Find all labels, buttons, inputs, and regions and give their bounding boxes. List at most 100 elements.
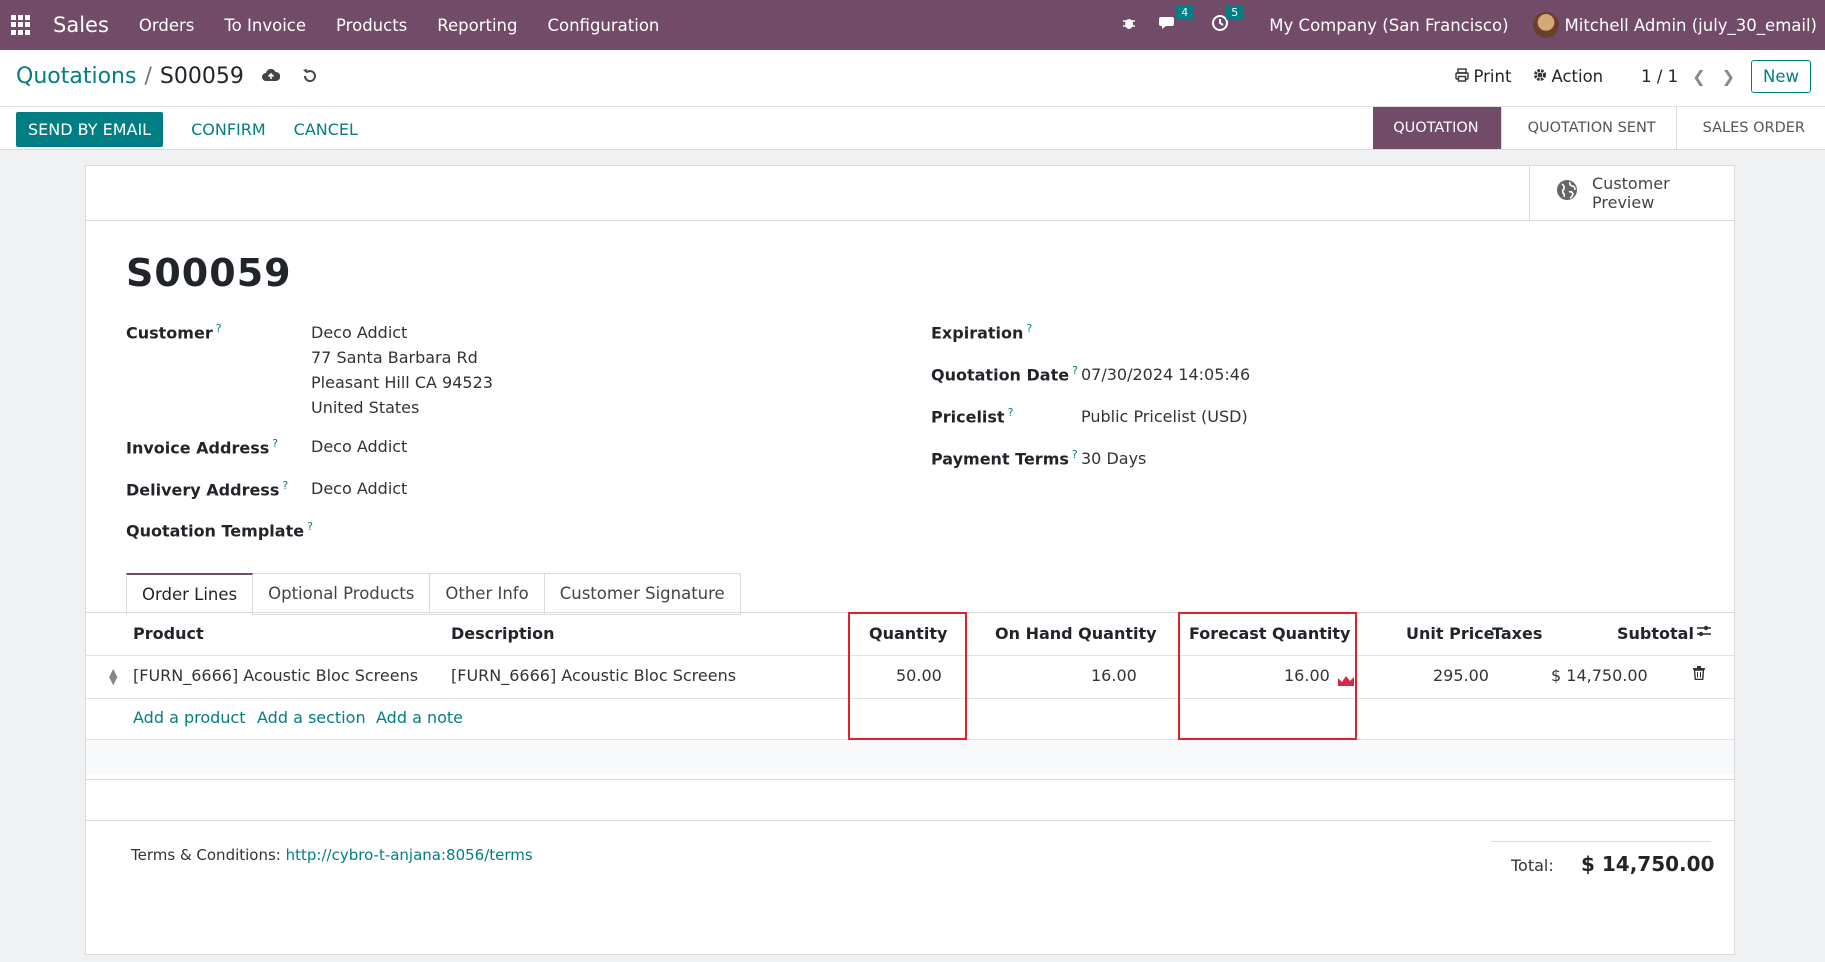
quotation-date-field[interactable]: 07/30/2024 14:05:46 (1081, 365, 1250, 384)
help-tooltip-icon[interactable]: ? (1072, 448, 1078, 461)
pricelist-field[interactable]: Public Pricelist (USD) (1081, 407, 1248, 426)
breadcrumb: Quotations / S00059 (16, 64, 318, 89)
activities-clock-icon[interactable]: 5 (1211, 4, 1244, 37)
col-on-hand-quantity[interactable]: On Hand Quantity (995, 624, 1157, 643)
quantity-highlight-box (848, 612, 967, 740)
tab-optional-products[interactable]: Optional Products (253, 573, 431, 615)
breadcrumb-current: S00059 (159, 64, 244, 89)
cancel-button[interactable]: CANCEL (280, 112, 372, 147)
app-name[interactable]: Sales (53, 13, 109, 37)
bug-icon[interactable] (1121, 15, 1137, 36)
payment-terms-field[interactable]: 30 Days (1081, 449, 1146, 468)
col-description[interactable]: Description (451, 624, 554, 643)
customer-field[interactable]: Deco Addict 77 Santa Barbara Rd Pleasant… (311, 320, 493, 420)
tab-other-info[interactable]: Other Info (430, 573, 545, 615)
menu-orders[interactable]: Orders (139, 16, 195, 35)
save-cloud-icon[interactable] (261, 66, 281, 87)
help-tooltip-icon[interactable]: ? (1026, 322, 1032, 335)
help-tooltip-icon[interactable]: ? (1072, 364, 1078, 377)
customer-preview-button[interactable]: Customer Preview (1529, 166, 1734, 220)
customer-name: Deco Addict (311, 323, 408, 342)
payment-terms-label: Payment Terms? (931, 448, 1078, 469)
line-unit-price[interactable]: 295.00 (1433, 666, 1489, 685)
customer-label: Customer? (126, 322, 222, 343)
menu-products[interactable]: Products (336, 16, 407, 35)
line-description[interactable]: [FURN_6666] Acoustic Bloc Screens (451, 666, 736, 685)
menu-reporting[interactable]: Reporting (437, 16, 517, 35)
terms-link[interactable]: http://cybro-t-anjana:8056/terms (286, 846, 533, 864)
customer-preview-label: Customer Preview (1592, 174, 1670, 212)
company-switcher[interactable]: My Company (San Francisco) (1269, 16, 1508, 35)
notebook-tabs: Order Lines Optional Products Other Info… (126, 573, 741, 615)
control-panel: Quotations / S00059 Print Action 1 / 1 ❮… (0, 50, 1825, 150)
terms-and-conditions: Terms & Conditions: http://cybro-t-anjan… (131, 846, 533, 864)
quotation-template-field[interactable] (311, 520, 611, 542)
tab-order-lines[interactable]: Order Lines (126, 573, 254, 615)
pager-next-icon[interactable]: ❯ (1722, 67, 1735, 86)
customer-city: Pleasant Hill CA 94523 (311, 373, 493, 392)
print-icon (1455, 67, 1470, 86)
delivery-address-field[interactable]: Deco Addict (311, 479, 407, 498)
line-on-hand-quantity: 16.00 (1091, 666, 1137, 685)
new-button[interactable]: New (1751, 60, 1811, 93)
messages-badge: 4 (1176, 4, 1194, 20)
invoice-address-label: Invoice Address? (126, 437, 279, 458)
messages-icon[interactable]: 4 (1159, 4, 1194, 37)
optional-columns-icon[interactable] (1696, 623, 1712, 642)
help-tooltip-icon[interactable]: ? (272, 437, 278, 450)
user-avatar[interactable] (1532, 12, 1559, 38)
app-grid-icon[interactable] (11, 15, 31, 35)
delete-line-trash-icon[interactable] (1693, 666, 1705, 684)
pager-previous-icon[interactable]: ❮ (1692, 67, 1705, 86)
form-sheet: Customer Preview S00059 Customer? Deco A… (85, 165, 1735, 955)
expiration-label: Expiration? (931, 322, 1033, 343)
breadcrumb-separator: / (144, 64, 152, 89)
line-product[interactable]: [FURN_6666] Acoustic Bloc Screens (133, 666, 418, 685)
drag-handle-icon[interactable]: ▲ ▼ (109, 667, 117, 686)
print-label: Print (1473, 67, 1512, 86)
delivery-address-label: Delivery Address? (126, 479, 289, 500)
breadcrumb-quotations[interactable]: Quotations (16, 64, 136, 89)
help-tooltip-icon[interactable]: ? (282, 479, 288, 492)
terms-label: Terms & Conditions: (131, 846, 281, 864)
col-subtotal[interactable]: Subtotal (1617, 624, 1694, 643)
empty-row (86, 739, 1734, 774)
action-button[interactable]: Action (1533, 67, 1603, 86)
add-section-link[interactable]: Add a section (257, 708, 366, 727)
discard-undo-icon[interactable] (302, 65, 318, 89)
total-divider (1491, 841, 1711, 842)
pricelist-label: Pricelist? (931, 406, 1014, 427)
invoice-address-field[interactable]: Deco Addict (311, 437, 407, 456)
add-product-link[interactable]: Add a product (133, 708, 246, 727)
col-unit-price[interactable]: Unit Price (1406, 624, 1495, 643)
col-taxes[interactable]: Taxes (1492, 624, 1542, 643)
menu-to-invoice[interactable]: To Invoice (224, 16, 306, 35)
add-note-link[interactable]: Add a note (376, 708, 463, 727)
action-label: Action (1551, 67, 1604, 86)
help-tooltip-icon[interactable]: ? (1008, 406, 1014, 419)
line-subtotal: $ 14,750.00 (1551, 666, 1648, 685)
status-bar: QUOTATION QUOTATION SENT SALES ORDER (1373, 107, 1825, 149)
print-button[interactable]: Print (1455, 67, 1511, 86)
table-bottom-divider (86, 820, 1734, 821)
menu-configuration[interactable]: Configuration (547, 16, 659, 35)
pager-value[interactable]: 1 / 1 (1641, 67, 1678, 86)
send-by-email-button[interactable]: SEND BY EMAIL (16, 112, 164, 147)
expiration-field[interactable] (1081, 322, 1381, 344)
stage-quotation-sent[interactable]: QUOTATION SENT (1500, 107, 1676, 149)
stage-sales-order[interactable]: SALES ORDER (1675, 107, 1825, 149)
gear-icon (1533, 67, 1547, 86)
quotation-date-label: Quotation Date? (931, 364, 1078, 385)
empty-row-divider (86, 779, 1734, 780)
customer-street: 77 Santa Barbara Rd (311, 348, 478, 367)
confirm-button[interactable]: CONFIRM (177, 112, 280, 147)
col-product[interactable]: Product (133, 624, 204, 643)
top-navbar: Sales Orders To Invoice Products Reporti… (0, 0, 1825, 50)
total-amount: $ 14,750.00 (1581, 852, 1715, 876)
stage-quotation[interactable]: QUOTATION (1373, 107, 1501, 149)
tab-customer-signature[interactable]: Customer Signature (544, 573, 741, 615)
help-tooltip-icon[interactable]: ? (216, 322, 222, 335)
action-buttons: SEND BY EMAIL CONFIRM CANCEL (16, 112, 372, 147)
forecast-highlight-box (1178, 612, 1357, 740)
user-menu[interactable]: Mitchell Admin (july_30_email) (1565, 16, 1817, 35)
